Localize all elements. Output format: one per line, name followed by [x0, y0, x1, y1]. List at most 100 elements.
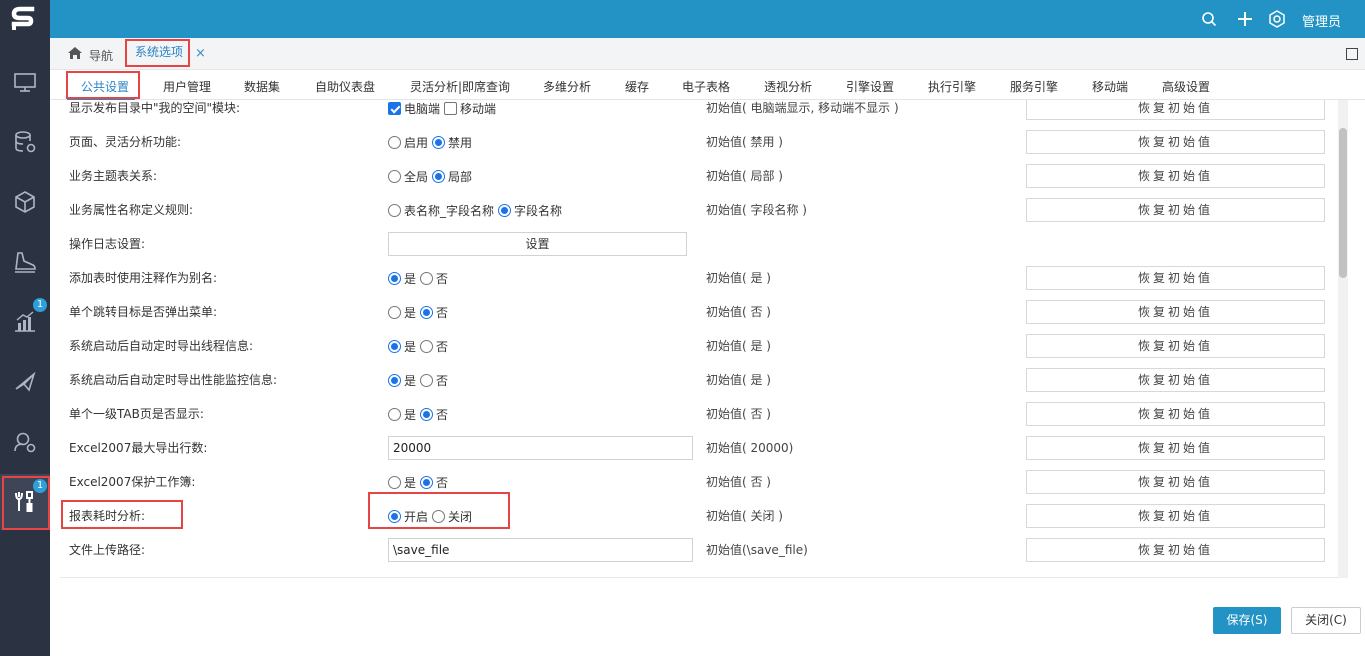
user-settings-icon — [14, 432, 36, 453]
save-button[interactable]: 保存(S) — [1213, 607, 1281, 634]
upload-path-input[interactable]: \save_file — [388, 538, 693, 562]
reset-button[interactable]: 恢复初始值 — [1026, 164, 1325, 188]
radio-no[interactable] — [420, 373, 434, 387]
radio-enable[interactable] — [388, 509, 401, 523]
reset-button[interactable]: 恢复初始值 — [1026, 266, 1325, 290]
reset-button[interactable]: 恢复初始值 — [1026, 538, 1325, 562]
reset-button[interactable]: 恢复初始值 — [1026, 100, 1325, 120]
sidebar-item-monitor[interactable] — [0, 54, 50, 110]
app-logo[interactable] — [0, 0, 50, 38]
radio-yes[interactable] — [388, 271, 401, 285]
radio-no[interactable] — [420, 271, 434, 285]
radio-field[interactable] — [498, 203, 512, 217]
initial-value: 初始值( 字段名称 ) — [706, 203, 807, 217]
radio-yes[interactable] — [388, 475, 401, 489]
radio-enable[interactable] — [388, 135, 401, 149]
logo-icon — [11, 6, 35, 30]
radio-no[interactable] — [420, 475, 434, 489]
subtab-advanced[interactable]: 高级设置 — [1162, 78, 1210, 95]
home-icon[interactable] — [67, 46, 83, 60]
reset-button[interactable]: 恢复初始值 — [1026, 402, 1325, 426]
radio-yes[interactable] — [388, 373, 401, 387]
desktop-checkbox[interactable] — [388, 101, 401, 115]
sidebar-item-shoe[interactable] — [0, 234, 50, 290]
radio-yes[interactable] — [388, 407, 401, 421]
vertical-scrollbar[interactable] — [1338, 100, 1348, 578]
reset-button[interactable]: 恢复初始值 — [1026, 470, 1325, 494]
subtab-dataset[interactable]: 数据集 — [244, 78, 280, 95]
subtab-mobile[interactable]: 移动端 — [1092, 78, 1128, 95]
log-settings-button[interactable]: 设置 — [388, 232, 687, 256]
setting-control: 是 否 — [388, 295, 452, 329]
send-icon — [15, 371, 36, 392]
reset-button[interactable]: 恢复初始值 — [1026, 198, 1325, 222]
setting-control: \save_file — [388, 533, 693, 567]
subtab-olap[interactable]: 多维分析 — [543, 78, 591, 95]
reset-button[interactable]: 恢复初始值 — [1026, 504, 1325, 528]
radio-disable[interactable] — [432, 509, 446, 523]
close-button[interactable]: 关闭(C) — [1291, 607, 1361, 634]
nav-tab[interactable]: 导航 — [89, 47, 113, 64]
cube-icon — [15, 191, 35, 213]
subtab-execution-engine[interactable]: 执行引擎 — [928, 78, 976, 95]
theme-button[interactable] — [1267, 9, 1287, 29]
option-label: 否 — [436, 407, 449, 422]
setting-control: 启用 禁用 — [388, 125, 476, 159]
radio-no[interactable] — [420, 407, 434, 421]
radio-no[interactable] — [420, 305, 434, 319]
sidebar-item-send[interactable] — [0, 354, 50, 410]
sidebar-item-data[interactable] — [0, 114, 50, 170]
radio-table-field[interactable] — [388, 203, 401, 217]
setting-label: 系统启动后自动定时导出线程信息: — [69, 339, 254, 353]
subtab-cache[interactable]: 缓存 — [625, 78, 649, 95]
initial-value: 初始值( 禁用 ) — [706, 135, 783, 149]
initial-value: 初始值( 否 ) — [706, 305, 771, 319]
subtab-dashboard[interactable]: 自助仪表盘 — [315, 78, 375, 95]
sidebar-item-cube[interactable] — [0, 174, 50, 230]
subtab-service-engine[interactable]: 服务引擎 — [1010, 78, 1058, 95]
shoe-icon — [15, 252, 36, 273]
radio-disable[interactable] — [432, 135, 446, 149]
option-label: 是 — [404, 407, 417, 422]
sidebar-item-user-settings[interactable] — [0, 414, 50, 470]
maximize-icon[interactable] — [1346, 48, 1358, 60]
subtab-flex-analysis[interactable]: 灵活分析|即席查询 — [410, 78, 510, 95]
option-label: 关闭 — [448, 509, 473, 524]
radio-yes[interactable] — [388, 305, 401, 319]
user-menu[interactable]: 管理员 — [1302, 11, 1341, 30]
close-tab-icon[interactable]: × — [195, 47, 206, 60]
option-label: 电脑端 — [404, 101, 441, 116]
initial-value: 初始值( 是 ) — [706, 339, 771, 353]
setting-row-excel-protect: Excel2007保护工作簿: 是 否 初始值( 否 ) 恢复初始值 — [60, 465, 1336, 499]
radio-local[interactable] — [432, 169, 446, 183]
setting-row-single-tab: 单个一级TAB页是否显示: 是 否 初始值( 否 ) 恢复初始值 — [60, 397, 1336, 431]
option-label: 否 — [436, 271, 449, 286]
search-button[interactable] — [1199, 9, 1219, 29]
database-gear-icon — [15, 131, 36, 153]
tab-system-options[interactable]: 系统选项 — [129, 43, 189, 65]
radio-global[interactable] — [388, 169, 401, 183]
max-rows-input[interactable]: 20000 — [388, 436, 693, 460]
reset-button[interactable]: 恢复初始值 — [1026, 300, 1325, 324]
add-button[interactable] — [1235, 9, 1255, 29]
subtab-pivot[interactable]: 透视分析 — [764, 78, 812, 95]
setting-label: Excel2007保护工作簿: — [69, 475, 196, 489]
subtab-engine-settings[interactable]: 引擎设置 — [846, 78, 894, 95]
reset-button[interactable]: 恢复初始值 — [1026, 436, 1325, 460]
subtab-public[interactable]: 公共设置 — [81, 78, 129, 95]
initial-value: 初始值( 局部 ) — [706, 169, 783, 183]
reset-button[interactable]: 恢复初始值 — [1026, 130, 1325, 154]
reset-button[interactable]: 恢复初始值 — [1026, 334, 1325, 358]
subtab-spreadsheet[interactable]: 电子表格 — [682, 78, 730, 95]
radio-yes[interactable] — [388, 339, 401, 353]
tab-strip: 导航 系统选项 × — [50, 38, 1365, 70]
subtab-user-management[interactable]: 用户管理 — [163, 78, 211, 95]
option-label: 是 — [404, 339, 417, 354]
mobile-checkbox[interactable] — [444, 101, 458, 115]
setting-control: 表名称_字段名称 字段名称 — [388, 193, 566, 227]
setting-label: 显示发布目录中"我的空间"模块: — [69, 101, 241, 115]
scrollbar-thumb[interactable] — [1339, 128, 1347, 278]
radio-no[interactable] — [420, 339, 434, 353]
tools-icon — [15, 491, 33, 512]
reset-button[interactable]: 恢复初始值 — [1026, 368, 1325, 392]
